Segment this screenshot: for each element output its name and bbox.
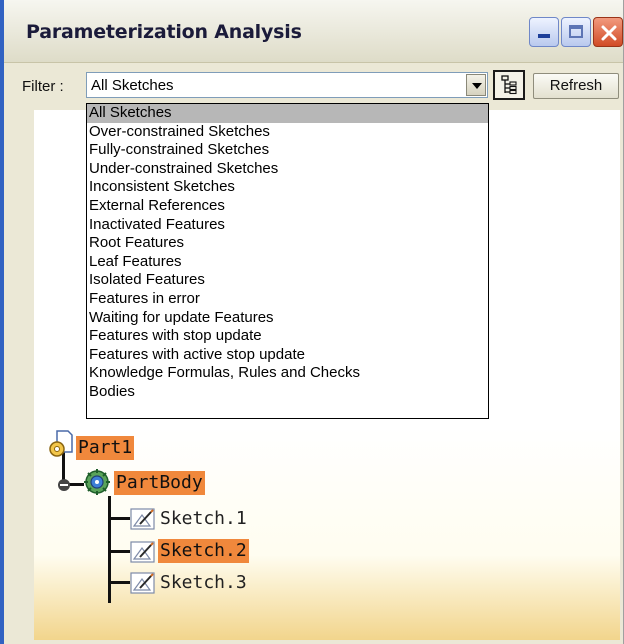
dropdown-item[interactable]: Features with stop update: [87, 327, 488, 346]
sketch-icon: [130, 572, 155, 594]
dropdown-item[interactable]: Features with active stop update: [87, 346, 488, 365]
tree-node-sketch-1[interactable]: Sketch.1: [158, 507, 249, 531]
tree-node-partbody[interactable]: PartBody: [114, 471, 205, 495]
window-title: Parameterization Analysis: [26, 21, 302, 43]
dropdown-item[interactable]: Waiting for update Features: [87, 309, 488, 328]
tree-node-part1[interactable]: Part1: [76, 436, 135, 460]
filter-selected-value: All Sketches: [91, 77, 174, 94]
maximize-button[interactable]: [561, 17, 591, 47]
title-bar[interactable]: Parameterization Analysis: [4, 0, 623, 63]
dropdown-item[interactable]: Knowledge Formulas, Rules and Checks: [87, 364, 488, 383]
dropdown-item[interactable]: Inconsistent Sketches: [87, 178, 488, 197]
minimize-button[interactable]: [529, 17, 559, 47]
tree-connector: [108, 550, 130, 553]
filter-label: Filter :: [22, 78, 64, 95]
dropdown-item[interactable]: Bodies: [87, 383, 488, 402]
dropdown-item[interactable]: Fully-constrained Sketches: [87, 141, 488, 160]
close-button[interactable]: [593, 17, 623, 47]
dropdown-item[interactable]: Inactivated Features: [87, 216, 488, 235]
tree-node-sketch-2[interactable]: Sketch.2: [158, 539, 249, 563]
chevron-down-icon[interactable]: [466, 74, 486, 96]
part-icon: [49, 430, 73, 457]
minimize-icon: [538, 34, 550, 38]
filter-dropdown-list[interactable]: All Sketches Over-constrained Sketches F…: [86, 103, 489, 419]
tree-view-icon: [501, 75, 517, 95]
tree-connector: [108, 581, 130, 584]
tree-connector: [108, 517, 130, 520]
dropdown-item[interactable]: Leaf Features: [87, 253, 488, 272]
dropdown-item[interactable]: Root Features: [87, 234, 488, 253]
expand-toggle-icon[interactable]: [56, 477, 72, 493]
body-gear-icon: [84, 469, 110, 495]
dropdown-item[interactable]: Isolated Features: [87, 271, 488, 290]
dropdown-item[interactable]: All Sketches: [87, 104, 488, 123]
close-icon: [601, 25, 617, 41]
tree-view-toggle-button[interactable]: [493, 70, 525, 100]
dropdown-item[interactable]: Under-constrained Sketches: [87, 160, 488, 179]
refresh-button[interactable]: Refresh: [533, 73, 619, 99]
maximize-icon: [569, 25, 583, 38]
dropdown-item[interactable]: External References: [87, 197, 488, 216]
parameterization-analysis-window: Parameterization Analysis Filter : All S…: [0, 0, 624, 644]
dropdown-item[interactable]: Features in error: [87, 290, 488, 309]
sketch-icon: [130, 541, 155, 563]
filter-combobox[interactable]: All Sketches: [86, 72, 488, 98]
dropdown-item[interactable]: Over-constrained Sketches: [87, 123, 488, 142]
tree-node-sketch-3[interactable]: Sketch.3: [158, 571, 249, 595]
sketch-icon: [130, 508, 155, 530]
